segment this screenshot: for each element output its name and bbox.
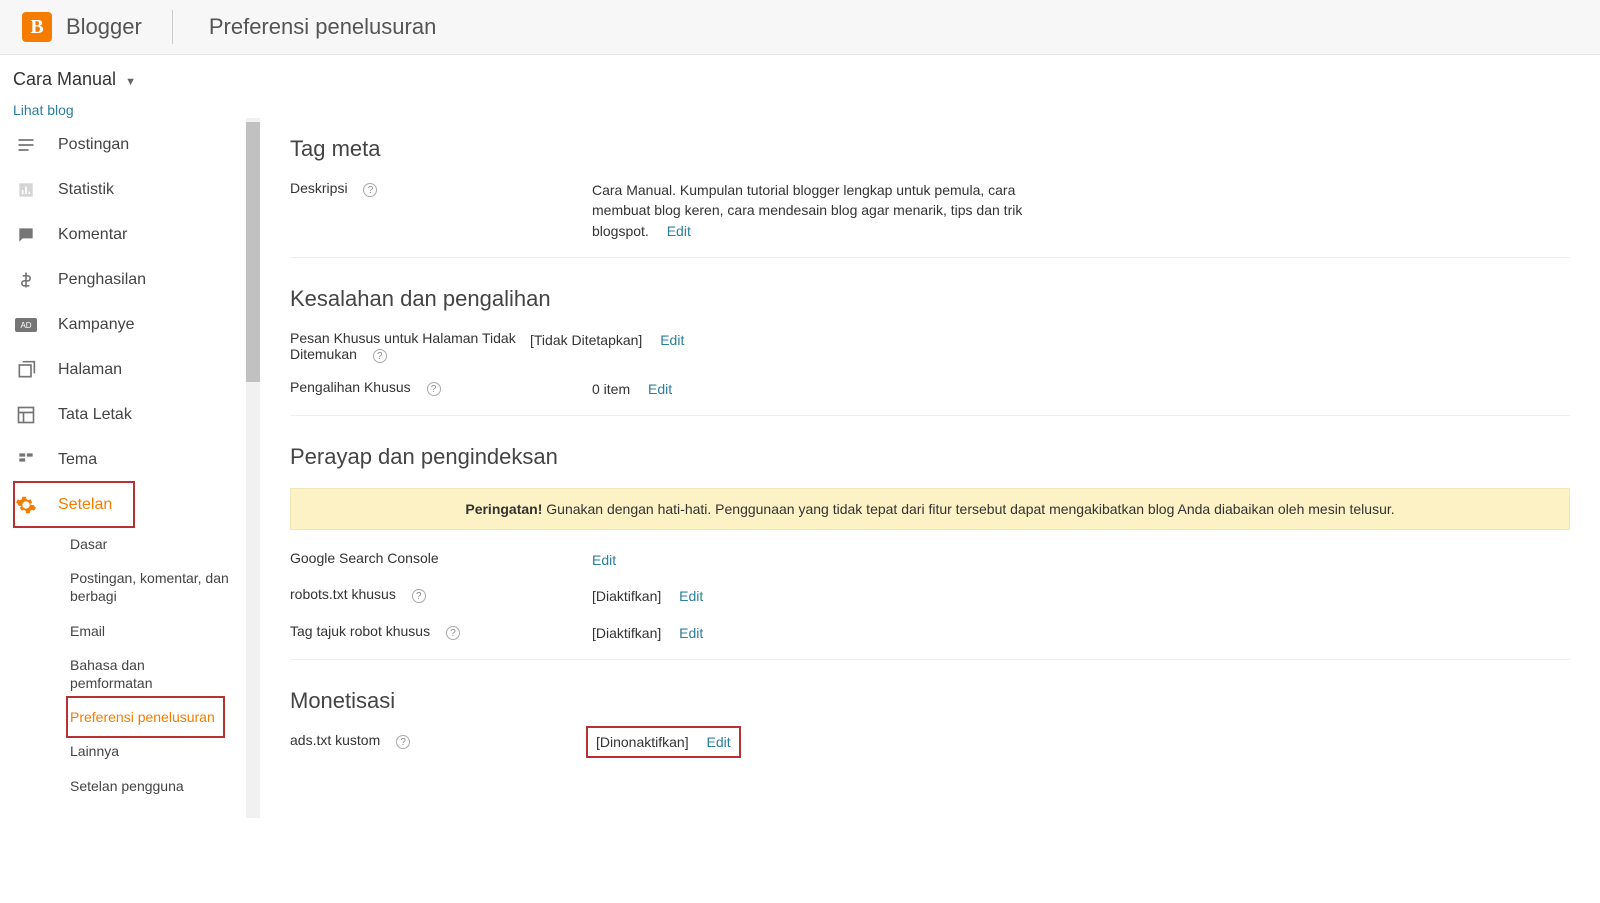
sub-item-preferensi-penelusuran[interactable]: Preferensi penelusuran	[70, 700, 221, 734]
sidebar-item-label: Postingan	[58, 136, 129, 154]
blogger-logo-icon: B	[22, 12, 52, 42]
app-header: B Blogger Preferensi penelusuran	[0, 0, 1600, 55]
theme-icon	[14, 448, 38, 472]
gsc-label: Google Search Console	[290, 550, 439, 566]
sidebar-item-tata-letak[interactable]: Tata Letak	[14, 392, 260, 437]
sub-item-email[interactable]: Email	[70, 614, 260, 648]
sidebar-item-penghasilan[interactable]: Penghasilan	[14, 257, 260, 302]
main-content: Tag meta Deskripsi ? Cara Manual. Kumpul…	[260, 118, 1600, 803]
meta-desc-value: Cara Manual. Kumpulan tutorial blogger l…	[592, 182, 1022, 239]
blog-name: Cara Manual	[13, 69, 116, 89]
robots-value: [Diaktifkan]	[592, 588, 661, 604]
svg-text:AD: AD	[20, 321, 31, 330]
help-icon[interactable]: ?	[412, 589, 426, 603]
edit-redirect[interactable]: Edit	[648, 381, 672, 397]
redirect-value: 0 item	[592, 381, 630, 397]
section-monet-title: Monetisasi	[290, 688, 1570, 714]
sidebar-item-label: Penghasilan	[58, 271, 146, 289]
help-icon[interactable]: ?	[396, 735, 410, 749]
section-errors-title: Kesalahan dan pengalihan	[290, 286, 1570, 312]
dollar-icon	[14, 268, 38, 292]
post-icon	[14, 133, 38, 157]
brand-name: Blogger	[66, 14, 142, 40]
sidebar-item-label: Statistik	[58, 181, 114, 199]
sidebar-item-statistik[interactable]: Statistik	[14, 167, 260, 212]
crawl-warning: Peringatan! Gunakan dengan hati-hati. Pe…	[290, 488, 1570, 530]
sidebar-item-halaman[interactable]: Halaman	[14, 347, 260, 392]
edit-ads[interactable]: Edit	[707, 734, 731, 750]
stats-icon	[14, 178, 38, 202]
sidebar-item-postingan[interactable]: Postingan	[14, 122, 260, 167]
edit-meta-desc[interactable]: Edit	[667, 223, 691, 239]
sub-item-bahasa[interactable]: Bahasa dan pemformatan	[70, 648, 210, 700]
comment-icon	[14, 223, 38, 247]
section-meta-title: Tag meta	[290, 136, 1570, 162]
robots-label: robots.txt khusus	[290, 586, 396, 602]
header-tags-value: [Diaktifkan]	[592, 625, 661, 641]
sidebar-item-label: Tema	[58, 451, 97, 469]
chevron-down-icon: ▼	[125, 76, 136, 88]
warning-text: Gunakan dengan hati-hati. Penggunaan yan…	[546, 501, 1394, 517]
meta-desc-label: Deskripsi	[290, 180, 348, 196]
sub-item-postingan-komentar[interactable]: Postingan, komentar, dan berbagi	[70, 561, 230, 613]
sidebar-item-kampanye[interactable]: AD Kampanye	[14, 302, 260, 347]
ads-highlight: [Dinonaktifkan] Edit	[592, 732, 735, 752]
edit-notfound[interactable]: Edit	[660, 332, 684, 348]
sidebar-item-label: Tata Letak	[58, 406, 132, 424]
sidebar-item-tema[interactable]: Tema	[14, 437, 260, 482]
ad-icon: AD	[14, 313, 38, 337]
warning-bold: Peringatan!	[465, 501, 542, 517]
blog-switcher[interactable]: Cara Manual ▼	[13, 69, 1600, 90]
sidebar-item-label: Komentar	[58, 226, 127, 244]
divider	[172, 10, 173, 44]
help-icon[interactable]: ?	[446, 626, 460, 640]
sidebar-item-komentar[interactable]: Komentar	[14, 212, 260, 257]
notfound-label: Pesan Khusus untuk Halaman Tidak Ditemuk…	[290, 330, 516, 362]
help-icon[interactable]: ?	[427, 382, 441, 396]
gear-icon	[14, 493, 38, 517]
pages-icon	[14, 358, 38, 382]
edit-gsc[interactable]: Edit	[592, 552, 616, 568]
sidebar-item-label: Halaman	[58, 361, 122, 379]
sub-item-setelan-pengguna[interactable]: Setelan pengguna	[70, 769, 260, 803]
redirect-label: Pengalihan Khusus	[290, 379, 411, 395]
sidebar-item-setelan[interactable]: Setelan	[14, 482, 134, 527]
sidebar: Postingan Statistik Komentar Penghasilan…	[0, 118, 260, 803]
notfound-value: [Tidak Ditetapkan]	[530, 332, 642, 348]
sub-item-dasar[interactable]: Dasar	[70, 527, 260, 561]
help-icon[interactable]: ?	[373, 349, 387, 363]
edit-robots[interactable]: Edit	[679, 588, 703, 604]
layout-icon	[14, 403, 38, 427]
sidebar-item-label: Kampanye	[58, 316, 135, 334]
ads-value: [Dinonaktifkan]	[596, 734, 689, 750]
view-blog-link[interactable]: Lihat blog	[13, 102, 1600, 118]
scrollbar[interactable]	[246, 118, 260, 818]
sub-item-lainnya[interactable]: Lainnya	[70, 734, 260, 768]
header-tags-label: Tag tajuk robot khusus	[290, 623, 430, 639]
ads-label: ads.txt kustom	[290, 732, 380, 748]
edit-header-tags[interactable]: Edit	[679, 625, 703, 641]
section-crawl-title: Perayap dan pengindeksan	[290, 444, 1570, 470]
sidebar-item-label: Setelan	[58, 496, 112, 514]
help-icon[interactable]: ?	[363, 183, 377, 197]
page-title: Preferensi penelusuran	[209, 14, 436, 40]
